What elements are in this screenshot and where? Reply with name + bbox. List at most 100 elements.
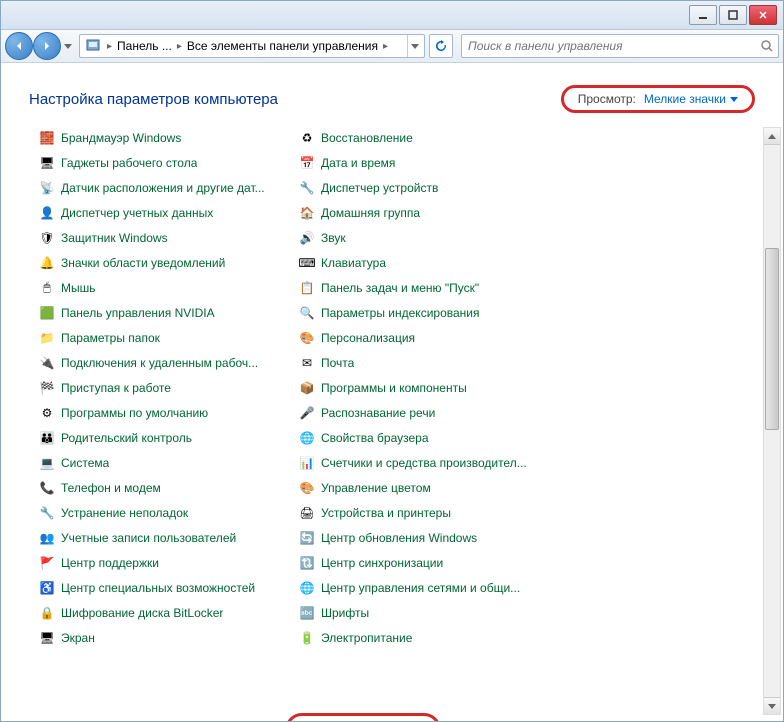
item-label: Защитник Windows — [61, 231, 168, 245]
item-icon: 📁 — [39, 330, 55, 346]
item-icon: 🔊 — [299, 230, 315, 246]
item-label: Брандмауэр Windows — [61, 131, 181, 145]
scroll-up-button[interactable] — [764, 128, 780, 145]
search-box[interactable] — [461, 34, 779, 58]
control-panel-item[interactable]: 🔄Центр обновления Windows — [299, 525, 539, 550]
control-panel-item[interactable]: 🎨Персонализация — [299, 325, 539, 350]
control-panel-item[interactable]: 🖥Экран — [39, 625, 279, 650]
back-button[interactable] — [5, 32, 33, 60]
control-panel-item[interactable]: 📋Панель задач и меню "Пуск" — [299, 275, 539, 300]
breadcrumb-item-panel[interactable]: Панель ... — [115, 39, 174, 53]
control-panel-item[interactable]: 🖥Гаджеты рабочего стола — [39, 150, 279, 175]
control-panel-item[interactable]: 🏠Домашняя группа — [299, 200, 539, 225]
item-label: Датчик расположения и другие дат... — [61, 181, 265, 195]
control-panel-item[interactable]: 🎤Распознавание речи — [299, 400, 539, 425]
search-icon — [760, 39, 774, 53]
control-panel-item[interactable]: 🧱Брандмауэр Windows — [39, 125, 279, 150]
control-panel-item[interactable]: 🔋Электропитание — [299, 625, 539, 650]
chevron-right-icon: ▸ — [104, 41, 115, 52]
item-label: Параметры индексирования — [321, 306, 479, 320]
control-panel-item[interactable]: 🔤Шрифты — [299, 600, 539, 625]
control-panel-item[interactable]: 🔊Звук — [299, 225, 539, 250]
control-panel-item[interactable]: 📡Датчик расположения и другие дат... — [39, 175, 279, 200]
item-icon: 🎤 — [299, 405, 315, 421]
breadcrumb-item-all[interactable]: Все элементы панели управления — [185, 39, 380, 53]
highlight-ring-power — [285, 713, 441, 722]
control-panel-item[interactable]: 🏁Приступая к работе — [39, 375, 279, 400]
control-panel-item[interactable]: ⌨Клавиатура — [299, 250, 539, 275]
scrollbar — [763, 127, 781, 715]
control-panel-item[interactable]: ♿Центр специальных возможностей — [39, 575, 279, 600]
item-label: Приступая к работе — [61, 381, 171, 395]
control-panel-item[interactable]: 🌐Центр управления сетями и общи... — [299, 575, 539, 600]
item-label: Свойства браузера — [321, 431, 429, 445]
header-row: Настройка параметров компьютера Просмотр… — [1, 63, 783, 125]
control-panel-item[interactable]: 🔧Диспетчер устройств — [299, 175, 539, 200]
control-panel-item[interactable]: 📦Программы и компоненты — [299, 375, 539, 400]
view-label: Просмотр: — [578, 92, 636, 106]
control-panel-item[interactable]: 📞Телефон и модем — [39, 475, 279, 500]
control-panel-item[interactable]: 🔒 Шифрование диска BitLocker — [39, 600, 279, 625]
close-button[interactable] — [749, 5, 777, 25]
minimize-button[interactable] — [689, 5, 717, 25]
item-icon: 🛡 — [39, 230, 55, 246]
item-label: Панель задач и меню "Пуск" — [321, 281, 479, 295]
control-panel-item[interactable]: 🖨Устройства и принтеры — [299, 500, 539, 525]
control-panel-item[interactable]: ⚙Программы по умолчанию — [39, 400, 279, 425]
search-input[interactable] — [466, 38, 760, 54]
item-label: Мышь — [61, 281, 96, 295]
control-panel-item[interactable]: 📁Параметры папок — [39, 325, 279, 350]
items-column-2: ♻Восстановление📅Дата и время🔧Диспетчер у… — [299, 125, 539, 650]
control-panel-item[interactable]: 📅Дата и время — [299, 150, 539, 175]
refresh-button[interactable] — [429, 34, 453, 58]
control-panel-item[interactable]: 🔃Центр синхронизации — [299, 550, 539, 575]
breadcrumb: ▸ Панель ... ▸ Все элементы панели управ… — [79, 34, 425, 58]
items-area: 🧱Брандмауэр Windows🖥Гаджеты рабочего сто… — [1, 125, 783, 660]
control-panel-item[interactable]: 🖱Мышь — [39, 275, 279, 300]
item-icon: 🔍 — [299, 305, 315, 321]
item-label: Счетчики и средства производител... — [321, 456, 527, 470]
control-panel-item[interactable]: ✉Почта — [299, 350, 539, 375]
item-icon: 📞 — [39, 480, 55, 496]
control-panel-icon — [85, 38, 101, 54]
scroll-thumb[interactable] — [765, 248, 779, 430]
control-panel-item[interactable]: 🔍 Параметры индексирования — [299, 300, 539, 325]
control-panel-item[interactable]: 🔌Подключения к удаленным рабоч... — [39, 350, 279, 375]
control-panel-item[interactable]: 🎨Управление цветом — [299, 475, 539, 500]
control-panel-item[interactable]: 🔔Значки области уведомлений — [39, 250, 279, 275]
item-icon: 🌐 — [299, 430, 315, 446]
view-dropdown[interactable]: Мелкие значки — [644, 92, 738, 106]
control-panel-item[interactable]: 👪Родительский контроль — [39, 425, 279, 450]
control-panel-item[interactable]: 🚩Центр поддержки — [39, 550, 279, 575]
item-icon: 🖥 — [39, 630, 55, 646]
item-label: Домашняя группа — [321, 206, 420, 220]
item-icon: 🔃 — [299, 555, 315, 571]
view-value-text: Мелкие значки — [644, 92, 726, 106]
item-label: Гаджеты рабочего стола — [61, 156, 197, 170]
control-panel-item[interactable]: ♻Восстановление — [299, 125, 539, 150]
control-panel-item[interactable]: 👥Учетные записи пользователей — [39, 525, 279, 550]
control-panel-item[interactable]: 👤Диспетчер учетных данных — [39, 200, 279, 225]
breadcrumb-dropdown[interactable] — [407, 35, 422, 57]
item-label: Управление цветом — [321, 481, 431, 495]
item-icon: 🎨 — [299, 330, 315, 346]
item-icon: 🔤 — [299, 605, 315, 621]
item-label: Шифрование диска BitLocker — [61, 606, 223, 620]
control-panel-item[interactable]: 🟩Панель управления NVIDIA — [39, 300, 279, 325]
forward-button[interactable] — [33, 32, 61, 60]
item-icon: 🔒 — [39, 605, 55, 621]
item-icon: 📦 — [299, 380, 315, 396]
maximize-button[interactable] — [719, 5, 747, 25]
control-panel-item[interactable]: 🌐 Свойства браузера — [299, 425, 539, 450]
item-icon: 👥 — [39, 530, 55, 546]
nav-history-dropdown[interactable] — [61, 36, 75, 56]
control-panel-item[interactable]: 💻Система — [39, 450, 279, 475]
item-label: Система — [61, 456, 109, 470]
control-panel-item[interactable]: 📊Счетчики и средства производител... — [299, 450, 539, 475]
view-selector: Просмотр: Мелкие значки — [561, 85, 755, 113]
item-label: Устройства и принтеры — [321, 506, 451, 520]
control-panel-item[interactable]: 🛡 Защитник Windows — [39, 225, 279, 250]
control-panel-item[interactable]: 🔧Устранение неполадок — [39, 500, 279, 525]
scroll-down-button[interactable] — [764, 697, 780, 714]
item-label: Центр обновления Windows — [321, 531, 477, 545]
